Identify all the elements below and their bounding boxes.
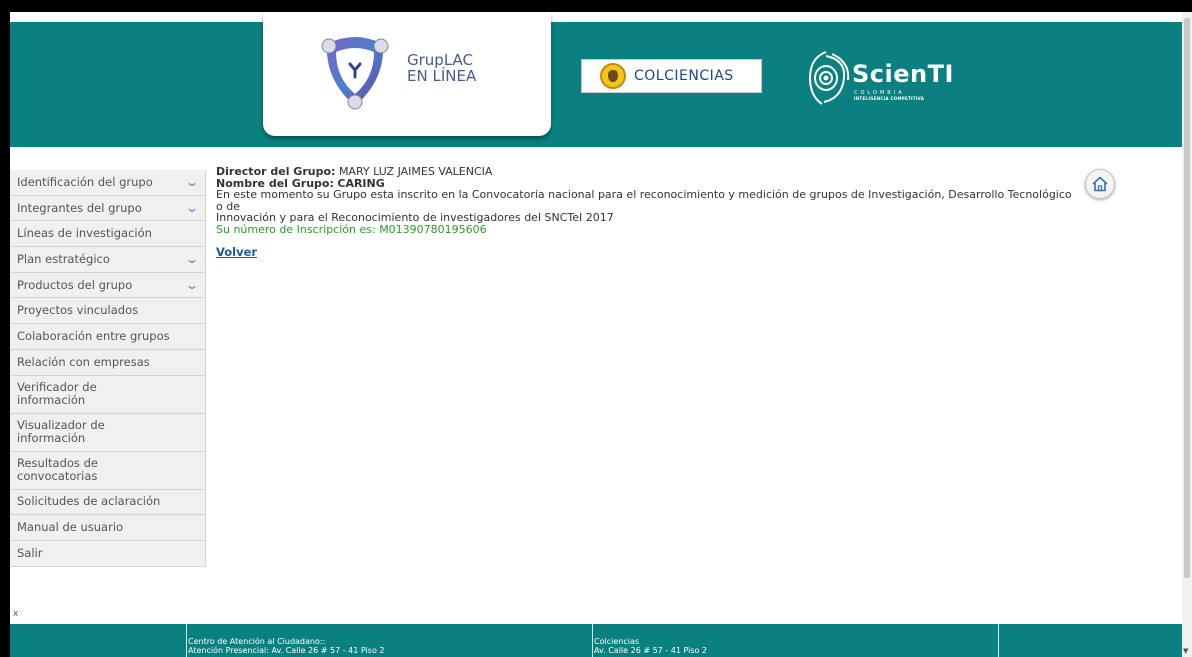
status-message-line2: Innovación y para el Reconocimiento de i…: [216, 211, 614, 224]
sidebar-item-label: Solicitudes de aclaración: [17, 494, 161, 509]
inscription-number: Su número de Inscripción es: M0139078019…: [216, 222, 487, 236]
sidebar-item-label: Relación con empresas: [17, 354, 150, 369]
footer-contact-address: Atención Presencial: Av. Calle 26 # 57 -…: [188, 646, 385, 655]
sidebar-menu: Identificación del grupo ⌄ Integrantes d…: [10, 170, 206, 567]
footer-contact-title: Centro de Atención al Ciudadano::: [188, 637, 326, 646]
chevron-down-icon: ⌄: [184, 252, 200, 267]
sidebar-item-label: Salir: [17, 545, 43, 560]
vertical-scrollbar[interactable]: ▼: [1182, 12, 1192, 657]
close-icon[interactable]: x: [13, 609, 18, 619]
sidebar-item-verificador[interactable]: Verificador de información: [10, 375, 206, 414]
app-name-line2: EN LÍNEA: [407, 67, 477, 85]
sidebar-item-label: Manual de usuario: [17, 520, 124, 535]
sidebar-item-productos[interactable]: Productos del grupo ⌄: [10, 272, 206, 299]
sidebar-item-solicitudes[interactable]: Solicitudes de aclaración: [10, 489, 206, 516]
footer: Centro de Atención al Ciudadano:: Atenci…: [10, 624, 1182, 657]
footer-colciencias-column: Colciencias Av. Calle 26 # 57 - 41 Piso …: [592, 624, 707, 657]
footer-colciencias-address: Av. Calle 26 # 57 - 41 Piso 2: [594, 646, 708, 655]
sidebar-item-integrantes[interactable]: Integrantes del grupo ⌄: [10, 195, 206, 222]
colombia-seal-icon: [600, 63, 626, 89]
colciencias-logo[interactable]: COLCIENCIAS: [581, 59, 762, 93]
sidebar-item-resultados[interactable]: Resultados de convocatorias: [10, 451, 206, 490]
sidebar-item-label: Identificación del grupo: [17, 174, 153, 189]
sidebar-item-label: Productos del grupo: [17, 277, 133, 292]
sidebar-item-label: Proyectos vinculados: [17, 303, 139, 318]
sidebar-item-salir[interactable]: Salir: [10, 540, 206, 567]
scienti-spiral-icon: [808, 51, 850, 105]
footer-contact-column: Centro de Atención al Ciudadano:: Atenci…: [186, 624, 384, 657]
home-button[interactable]: [1085, 169, 1115, 199]
home-icon: [1092, 176, 1108, 192]
sidebar-item-relacion[interactable]: Relación con empresas: [10, 349, 206, 376]
chevron-down-icon: ⌄: [184, 278, 200, 293]
scienti-name: ScienTI: [852, 60, 954, 88]
scrollbar-thumb[interactable]: [1184, 18, 1190, 578]
sidebar-item-proyectos[interactable]: Proyectos vinculados: [10, 298, 206, 325]
back-link[interactable]: Volver: [216, 246, 257, 259]
sidebar-item-label: Líneas de investigación: [17, 226, 152, 241]
sidebar-item-lineas[interactable]: Líneas de investigación: [10, 221, 206, 248]
status-message-line1: En este momento su Grupo esta inscrito e…: [216, 188, 1072, 213]
sidebar-item-label: Resultados de convocatorias: [17, 456, 98, 483]
footer-extra-column: [998, 624, 1000, 657]
sidebar-item-plan[interactable]: Plan estratégico ⌄: [10, 247, 206, 273]
sidebar-item-visualizador[interactable]: Visualizador de información: [10, 413, 206, 452]
app-name-line1: GrupLAC: [407, 51, 473, 69]
scienti-tagline: INTELIGENCIA COMPETITIVA: [854, 96, 925, 101]
sidebar-item-label: Plan estratégico: [17, 251, 110, 266]
sidebar-item-label: Visualizador de información: [17, 418, 105, 445]
chevron-down-icon: ⌄: [184, 201, 200, 216]
sidebar-item-label: Integrantes del grupo: [17, 200, 142, 215]
scroll-down-arrow-icon[interactable]: ▼: [1183, 647, 1188, 655]
sidebar-item-label: Verificador de información: [17, 380, 97, 407]
footer-colciencias-title: Colciencias: [594, 637, 640, 646]
sidebar-item-label: Colaboración entre grupos: [17, 328, 170, 343]
page-frame: GrupLAC EN LÍNEA COLCIENCIAS ScienTI COL…: [10, 12, 1182, 657]
gruplac-logo-text: GrupLAC EN LÍNEA: [407, 52, 476, 84]
sidebar-item-colaboracion[interactable]: Colaboración entre grupos: [10, 324, 206, 350]
colciencias-logo-text: COLCIENCIAS: [634, 68, 734, 84]
gruplac-shield-icon: [321, 37, 389, 110]
gruplac-logo-card[interactable]: GrupLAC EN LÍNEA: [263, 12, 551, 136]
header-banner: GrupLAC EN LÍNEA COLCIENCIAS ScienTI COL…: [10, 12, 1182, 147]
sidebar-item-manual[interactable]: Manual de usuario: [10, 515, 206, 541]
main-content: Director del Grupo: MARY LUZ JAIMES VALE…: [216, 166, 1076, 259]
sidebar-item-identificacion[interactable]: Identificación del grupo ⌄: [10, 170, 206, 196]
chevron-down-icon: ⌄: [184, 175, 200, 190]
scienti-logo[interactable]: ScienTI COLOMBIA INTELIGENCIA COMPETITIV…: [806, 50, 956, 110]
